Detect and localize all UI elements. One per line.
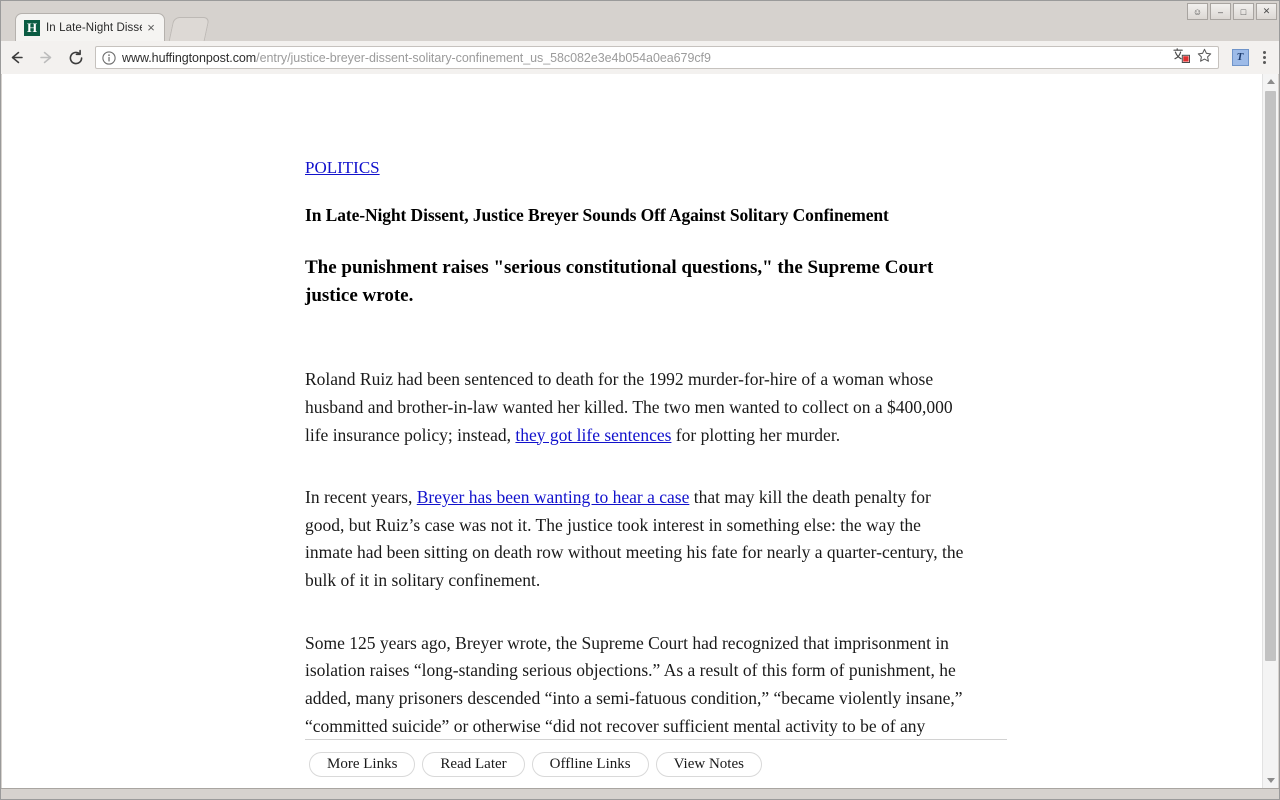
close-window-button[interactable]: ✕ — [1256, 3, 1277, 20]
window-controls: ☺ – □ ✕ — [1187, 3, 1277, 20]
page-viewport: POLITICS In Late-Night Dissent, Justice … — [2, 74, 1264, 788]
web-page: POLITICS In Late-Night Dissent, Justice … — [2, 74, 1247, 788]
inline-article-link[interactable]: Breyer has been wanting to hear a case — [417, 487, 690, 507]
translate-icon[interactable] — [1173, 47, 1190, 68]
extension-t-icon: T — [1231, 49, 1249, 66]
article-paragraph: In recent years, Breyer has been wanting… — [305, 449, 970, 595]
section-link[interactable]: POLITICS — [305, 158, 380, 177]
toolbar-button-read-later[interactable]: Read Later — [422, 751, 525, 777]
browser-toolbar: www.huffingtonpost.com/entry/justice-bre… — [1, 41, 1279, 75]
article-body: Roland Ruiz had been sentenced to death … — [305, 309, 1005, 768]
article-headline: In Late-Night Dissent, Justice Breyer So… — [305, 205, 889, 226]
reload-button[interactable] — [61, 45, 91, 71]
window-bottom-frame — [1, 788, 1279, 799]
browser-tab[interactable]: H In Late-Night Dissen × — [15, 13, 165, 42]
new-tab-button[interactable] — [168, 17, 210, 43]
omnibox-actions — [1173, 47, 1212, 68]
tab-strip: H In Late-Night Dissen × ☺ – □ ✕ — [1, 1, 1279, 43]
maximize-button[interactable]: □ — [1233, 3, 1254, 20]
vertical-scrollbar[interactable] — [1262, 74, 1278, 788]
section-kicker: POLITICS — [305, 74, 1005, 178]
profile-button[interactable]: ☺ — [1187, 3, 1208, 20]
extension-button[interactable]: T — [1227, 45, 1253, 71]
minimize-button[interactable]: – — [1210, 3, 1231, 20]
paragraph-text: for plotting her murder. — [671, 424, 841, 445]
article-deck: The punishment raises "serious constitut… — [305, 257, 934, 306]
scroll-up-arrow-icon[interactable] — [1263, 74, 1278, 89]
url-path: /entry/justice-breyer-dissent-solitary-c… — [256, 50, 711, 65]
chrome-menu-icon[interactable] — [1253, 45, 1275, 71]
toolbar-button-more-links[interactable]: More Links — [309, 751, 416, 777]
huffpost-favicon-icon: H — [24, 20, 40, 36]
url-text: www.huffingtonpost.com/entry/justice-bre… — [122, 51, 1167, 65]
page-action-toolbar: More Links Read Later Offline Links View No… — [305, 739, 1007, 788]
tab-title: In Late-Night Dissen — [46, 22, 142, 34]
scroll-down-arrow-icon[interactable] — [1263, 773, 1278, 788]
address-bar[interactable]: www.huffingtonpost.com/entry/justice-bre… — [95, 46, 1219, 69]
scrollbar-thumb[interactable] — [1265, 91, 1276, 661]
article-paragraph: Roland Ruiz had been sentenced to death … — [305, 309, 970, 449]
inline-article-link[interactable]: they got life sentences — [515, 425, 671, 445]
info-circle-icon[interactable] — [102, 50, 116, 65]
url-host: www.huffingtonpost.com — [122, 50, 257, 65]
tab-close-icon[interactable]: × — [144, 21, 158, 35]
forward-button — [31, 45, 61, 71]
toolbar-button-view-notes[interactable]: View Notes — [655, 751, 762, 777]
paragraph-text: In recent years, — [305, 487, 417, 508]
back-button[interactable] — [1, 45, 31, 71]
toolbar-button-offline-links[interactable]: Offline Links — [531, 751, 649, 777]
bookmark-star-icon[interactable] — [1197, 48, 1212, 68]
browser-window: H In Late-Night Dissen × ☺ – □ ✕ www.huf… — [0, 0, 1280, 800]
article-content: POLITICS In Late-Night Dissent, Justice … — [305, 74, 1005, 768]
